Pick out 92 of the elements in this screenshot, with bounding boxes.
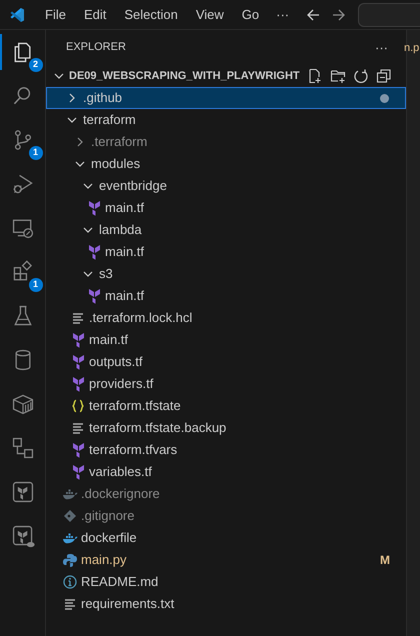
tree-item[interactable]: terraform.tfvars xyxy=(46,439,406,461)
back-arrow-icon[interactable] xyxy=(305,6,322,22)
file-name: .terraform.lock.hcl xyxy=(89,309,192,328)
terraform-icon xyxy=(72,442,84,458)
tree-item[interactable]: providers.tf xyxy=(46,373,406,395)
file-name: eventbridge xyxy=(99,177,167,196)
info-icon xyxy=(63,575,77,589)
terraform-cloud-icon[interactable] xyxy=(10,524,34,548)
tree-item[interactable]: .terraform xyxy=(46,131,406,153)
file-name: requirements.txt xyxy=(81,595,174,614)
tree-item[interactable]: .dockerignore xyxy=(46,483,406,505)
file-name: terraform.tfstate xyxy=(89,397,181,416)
tree-item[interactable]: .terraform.lock.hcl xyxy=(46,307,406,329)
diamond-icon xyxy=(63,509,77,523)
terraform-icon xyxy=(72,376,84,392)
tree-item[interactable]: eventbridge xyxy=(46,175,406,197)
file-name: s3 xyxy=(99,265,113,284)
file-name: .gitignore xyxy=(81,507,134,526)
tree-item[interactable]: lambda xyxy=(46,219,406,241)
file-name: terraform.tfstate.backup xyxy=(89,419,226,438)
terraform-icon xyxy=(72,464,84,480)
menu-item[interactable]: Selection xyxy=(115,4,187,26)
terraform-icon xyxy=(88,288,100,304)
count-badge: 2 xyxy=(28,58,42,72)
file-name: .dockerignore xyxy=(81,485,160,504)
workspace-folder-title[interactable]: DE09_WEBSCRAPING_WITH_PLAYWRIGHT xyxy=(69,68,300,84)
tree-item[interactable]: requirements.txt xyxy=(46,593,406,615)
file-name: main.tf xyxy=(105,243,144,262)
search-field[interactable] xyxy=(358,2,420,26)
braces-icon xyxy=(71,399,85,413)
status-letter: M xyxy=(380,552,390,569)
lines-icon xyxy=(64,598,76,610)
terraform-icon xyxy=(72,354,84,370)
terraform-icon xyxy=(88,200,100,216)
file-name: variables.tf xyxy=(89,463,152,482)
tree-item[interactable]: main.py M xyxy=(46,549,406,571)
forward-arrow-icon[interactable] xyxy=(331,6,348,22)
play-bug-icon[interactable] xyxy=(10,172,34,196)
tree-item[interactable]: main.tf xyxy=(46,241,406,263)
tree-item[interactable]: .github xyxy=(46,87,406,109)
more-button[interactable]: ··· xyxy=(268,4,298,26)
menu-item[interactable]: Edit xyxy=(74,4,116,26)
file-name: dockerfile xyxy=(81,529,137,548)
file-name: providers.tf xyxy=(89,375,154,394)
diagram-icon[interactable] xyxy=(10,436,34,460)
count-badge: 1 xyxy=(28,278,42,292)
new-folder-icon[interactable] xyxy=(330,68,346,84)
file-name: .github xyxy=(83,89,122,108)
file-name: terraform.tfvars xyxy=(89,441,178,460)
tab-title[interactable]: n.p xyxy=(404,40,420,56)
file-name: main.py xyxy=(81,551,127,570)
tree-item[interactable]: README.md xyxy=(46,571,406,593)
tree-item[interactable]: terraform.tfstate.backup xyxy=(46,417,406,439)
more-button[interactable]: ··· xyxy=(375,38,388,58)
tree-item[interactable]: main.tf xyxy=(46,329,406,351)
file-name: outputs.tf xyxy=(89,353,142,372)
tree-item[interactable]: dockerfile xyxy=(46,527,406,549)
tree-item[interactable]: main.tf xyxy=(46,285,406,307)
refresh-icon[interactable] xyxy=(353,68,369,84)
menu-item[interactable]: File xyxy=(36,4,75,26)
terraform-icon[interactable] xyxy=(10,480,34,504)
python-icon xyxy=(62,552,78,568)
lines-icon xyxy=(72,422,84,434)
tree-item[interactable]: terraform.tfstate xyxy=(46,395,406,417)
tree-item[interactable]: terraform xyxy=(46,109,406,131)
new-file-icon[interactable] xyxy=(307,68,323,84)
file-name: modules xyxy=(91,155,140,174)
terraform-icon xyxy=(72,332,84,348)
menu-item[interactable]: Go xyxy=(232,4,268,26)
collapse-all-icon[interactable] xyxy=(376,68,392,84)
file-name: terraform xyxy=(83,111,136,130)
count-badge: 1 xyxy=(28,146,42,160)
file-name: main.tf xyxy=(105,199,144,218)
vscode-logo-icon xyxy=(9,6,25,22)
lines-icon xyxy=(72,312,84,324)
tree-item[interactable]: .gitignore xyxy=(46,505,406,527)
explorer-title: EXPLORER xyxy=(66,40,126,56)
file-name: .terraform xyxy=(91,133,148,152)
tree-item[interactable]: modules xyxy=(46,153,406,175)
tree-item[interactable]: s3 xyxy=(46,263,406,285)
menu-item[interactable]: View xyxy=(186,4,233,26)
tree-item[interactable]: outputs.tf xyxy=(46,351,406,373)
whale-icon xyxy=(62,532,78,544)
tree-item[interactable]: main.tf xyxy=(46,197,406,219)
file-name: README.md xyxy=(81,573,158,592)
file-name: main.tf xyxy=(89,331,128,350)
file-name: lambda xyxy=(99,221,142,240)
file-name: main.tf xyxy=(105,287,144,306)
tree-item[interactable]: variables.tf xyxy=(46,461,406,483)
terraform-icon xyxy=(88,244,100,260)
box-icon[interactable] xyxy=(10,392,34,416)
whale-icon xyxy=(62,488,78,500)
